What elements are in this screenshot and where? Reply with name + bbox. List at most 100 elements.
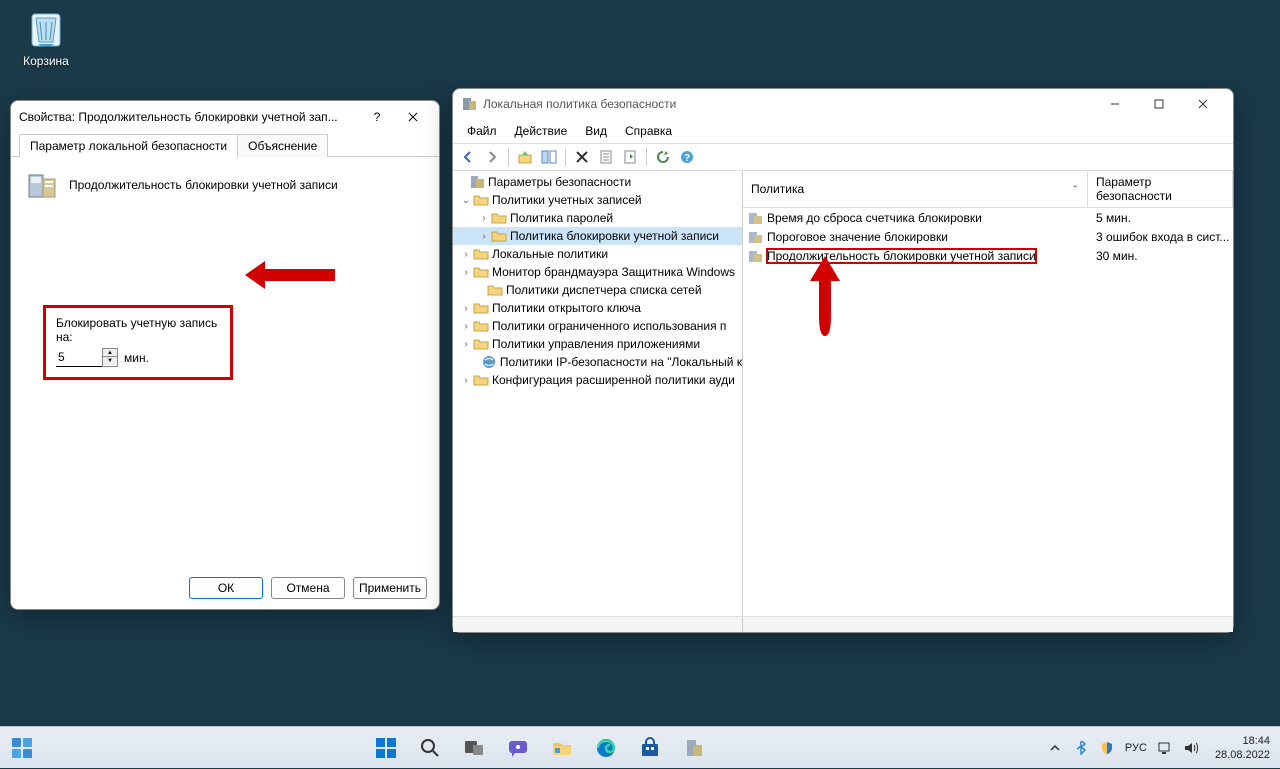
tree-local-policies[interactable]: › Локальные политики xyxy=(453,245,742,263)
lockout-duration-group: Блокировать учетную запись на: ▲ ▼ мин. xyxy=(43,305,233,380)
system-tray: РУС 18:44 28.08.2022 xyxy=(1037,734,1280,762)
cancel-button[interactable]: Отмена xyxy=(271,577,345,599)
collapse-icon[interactable]: ⌄ xyxy=(459,195,473,206)
spin-down-button[interactable]: ▼ xyxy=(103,357,117,365)
security-settings-icon xyxy=(469,174,485,190)
dialog-title: Свойства: Продолжительность блокировки у… xyxy=(19,110,359,124)
toolbar-properties-button[interactable] xyxy=(595,146,617,168)
tab-explain[interactable]: Объяснение xyxy=(237,134,328,157)
tree-netlist[interactable]: Политики диспетчера списка сетей xyxy=(453,281,742,299)
expand-icon[interactable]: › xyxy=(477,231,491,242)
list-header: Политика⌃ Параметр безопасности xyxy=(743,171,1233,208)
tree-lockout-policy[interactable]: › Политика блокировки учетной записи xyxy=(453,227,742,245)
clock[interactable]: 18:44 28.08.2022 xyxy=(1209,734,1270,762)
bluetooth-icon[interactable] xyxy=(1073,740,1089,756)
explorer-button[interactable] xyxy=(543,729,581,767)
list-row[interactable]: Время до сброса счетчика блокировки 5 ми… xyxy=(743,208,1233,227)
policy-item-icon xyxy=(747,229,763,245)
expand-icon[interactable]: › xyxy=(459,267,473,278)
tree-hscroll[interactable] xyxy=(453,616,743,632)
secpol-button[interactable] xyxy=(675,729,713,767)
tree-pubkey[interactable]: › Политики открытого ключа xyxy=(453,299,742,317)
tree-account-policies[interactable]: ⌄ Политики учетных записей xyxy=(453,191,742,209)
tree-root[interactable]: Параметры безопасности xyxy=(453,173,742,191)
expand-icon[interactable]: › xyxy=(459,303,473,314)
volume-icon[interactable] xyxy=(1183,740,1199,756)
menu-view[interactable]: Вид xyxy=(577,122,615,140)
tray-overflow-icon[interactable] xyxy=(1047,740,1063,756)
toolbar-forward-button[interactable] xyxy=(481,146,503,168)
dialog-body: Продолжительность блокировки учетной зап… xyxy=(11,157,439,567)
dialog-titlebar[interactable]: Свойства: Продолжительность блокировки у… xyxy=(11,101,439,133)
list-hscroll[interactable] xyxy=(743,616,1233,632)
edge-button[interactable] xyxy=(587,729,625,767)
toolbar-up-button[interactable] xyxy=(514,146,536,168)
menu-action[interactable]: Действие xyxy=(507,122,576,140)
unit-label: мин. xyxy=(124,351,149,365)
start-button[interactable] xyxy=(367,729,405,767)
mmc-list[interactable]: Политика⌃ Параметр безопасности Время до… xyxy=(743,171,1233,616)
mmc-maximize-button[interactable] xyxy=(1137,90,1181,118)
folder-icon xyxy=(491,210,507,226)
annotation-arrow-left xyxy=(245,255,335,295)
duration-input[interactable] xyxy=(56,348,102,367)
mmc-toolbar: ? xyxy=(453,143,1233,171)
tree-advaudit[interactable]: › Конфигурация расширенной политики ауди xyxy=(453,371,742,389)
toolbar-export-button[interactable] xyxy=(619,146,641,168)
tree-ipsec[interactable]: Политики IP-безопасности на "Локальный к xyxy=(453,353,742,371)
expand-icon[interactable]: › xyxy=(459,321,473,332)
tab-local-security[interactable]: Параметр локальной безопасности xyxy=(19,134,238,157)
expand-icon[interactable]: › xyxy=(459,339,473,350)
toolbar-refresh-button[interactable] xyxy=(652,146,674,168)
desktop-recycle-bin[interactable]: Корзина xyxy=(18,10,74,68)
mmc-scrollbars xyxy=(453,616,1233,632)
folder-icon xyxy=(473,264,489,280)
chat-button[interactable] xyxy=(499,729,537,767)
toolbar-back-button[interactable] xyxy=(457,146,479,168)
recycle-bin-icon xyxy=(26,10,66,50)
security-icon[interactable] xyxy=(1099,740,1115,756)
list-row[interactable]: Пороговое значение блокировки 3 ошибок в… xyxy=(743,227,1233,246)
taskbar: РУС 18:44 28.08.2022 xyxy=(0,726,1280,768)
folder-icon xyxy=(487,282,503,298)
toolbar-showhide-button[interactable] xyxy=(538,146,560,168)
language-indicator[interactable]: РУС xyxy=(1125,742,1147,754)
menu-file[interactable]: Файл xyxy=(459,122,505,140)
mmc-content: Параметры безопасности ⌄ Политики учетны… xyxy=(453,171,1233,616)
menu-help[interactable]: Справка xyxy=(617,122,680,140)
tree-password-policy[interactable]: › Политика паролей xyxy=(453,209,742,227)
mmc-menubar: Файл Действие Вид Справка xyxy=(453,119,1233,143)
search-button[interactable] xyxy=(411,729,449,767)
folder-icon xyxy=(473,336,489,352)
mmc-minimize-button[interactable] xyxy=(1093,90,1137,118)
mmc-app-icon xyxy=(461,96,477,112)
mmc-close-button[interactable] xyxy=(1181,90,1225,118)
policy-name: Продолжительность блокировки учетной зап… xyxy=(69,178,338,192)
widgets-button[interactable] xyxy=(0,727,44,769)
dialog-footer: ОК Отмена Применить xyxy=(11,567,439,609)
store-button[interactable] xyxy=(631,729,669,767)
mmc-titlebar[interactable]: Локальная политика безопасности xyxy=(453,89,1233,119)
mmc-tree[interactable]: Параметры безопасности ⌄ Политики учетны… xyxy=(453,171,743,616)
ok-button[interactable]: ОК xyxy=(189,577,263,599)
expand-icon[interactable]: › xyxy=(477,213,491,224)
mmc-window: Локальная политика безопасности Файл Дей… xyxy=(452,88,1234,633)
spin-up-button[interactable]: ▲ xyxy=(103,349,117,357)
expand-icon[interactable]: › xyxy=(459,249,473,260)
help-button[interactable]: ? xyxy=(359,103,395,131)
folder-icon xyxy=(473,318,489,334)
folder-icon xyxy=(473,192,489,208)
column-policy[interactable]: Политика⌃ xyxy=(743,171,1088,207)
expand-icon[interactable]: › xyxy=(459,375,473,386)
properties-dialog: Свойства: Продолжительность блокировки у… xyxy=(10,100,440,610)
column-param[interactable]: Параметр безопасности xyxy=(1088,171,1233,207)
apply-button[interactable]: Применить xyxy=(353,577,427,599)
tree-firewall[interactable]: › Монитор брандмауэра Защитника Windows xyxy=(453,263,742,281)
tree-appctrl[interactable]: › Политики управления приложениями xyxy=(453,335,742,353)
taskview-button[interactable] xyxy=(455,729,493,767)
toolbar-help-button[interactable]: ? xyxy=(676,146,698,168)
network-icon[interactable] xyxy=(1157,740,1173,756)
close-button[interactable] xyxy=(395,103,431,131)
toolbar-delete-button[interactable] xyxy=(571,146,593,168)
tree-software-restrict[interactable]: › Политики ограниченного использования п xyxy=(453,317,742,335)
